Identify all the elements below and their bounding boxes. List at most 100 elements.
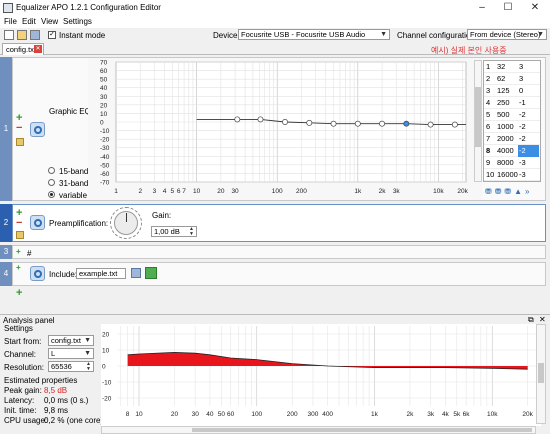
filter-number: 2: [0, 204, 12, 242]
gain-label: Gain:: [152, 211, 172, 220]
eq-y-tick-label: 70: [100, 60, 108, 67]
eq-band-point: [354, 120, 361, 127]
analysis-x-tick-label: 10: [135, 411, 143, 418]
device-select[interactable]: Focusrite USB - Focusrite USB Audio ▼: [238, 29, 390, 40]
menu-view[interactable]: View: [41, 17, 58, 26]
eq-band-row[interactable]: 5 500 -2: [484, 109, 540, 121]
band-index: 3: [486, 86, 491, 95]
start-from-select[interactable]: config.txt ▼: [48, 335, 94, 346]
channel-value: L: [51, 349, 56, 358]
close-tab-icon[interactable]: ✕: [34, 45, 42, 53]
minimize-button[interactable]: –: [470, 1, 494, 15]
eq-x-tick-label: 1: [114, 188, 118, 195]
power-toggle-icon[interactable]: [30, 266, 45, 281]
eq-x-tick-label: 2k: [379, 188, 387, 195]
eq-x-tick-label: 20k: [457, 188, 468, 195]
include-label: Include:: [49, 270, 78, 279]
peak-gain-value: 8,5 dB: [44, 386, 68, 395]
band-gain: -2: [519, 134, 526, 143]
analysis-y-tick-label: -20: [102, 396, 112, 403]
maximize-button[interactable]: ☐: [496, 1, 520, 15]
close-button[interactable]: ✕: [523, 1, 547, 15]
band-radio-15[interactable]: [48, 167, 55, 174]
gain-input[interactable]: 1,00 dB ▲ ▼: [151, 226, 197, 237]
menu-file[interactable]: File: [4, 17, 17, 26]
channel-select[interactable]: L ▼: [48, 348, 94, 359]
eq-y-tick-label: -20: [100, 137, 110, 144]
band-gain: -2: [518, 145, 539, 157]
analysis-panel-header: Analysis panel ⧉ ✕: [0, 314, 550, 325]
resolution-input[interactable]: 65536 ▲ ▼: [48, 361, 94, 372]
eq-y-tick-label: -10: [100, 128, 110, 135]
comment-text[interactable]: #: [27, 249, 31, 258]
edit-icon[interactable]: [16, 138, 24, 146]
new-file-icon[interactable]: [4, 30, 14, 40]
include-file-input[interactable]: example.txt: [76, 268, 126, 279]
chevron-down-icon: ▼: [537, 31, 544, 38]
eq-band-row[interactable]: 1 32 3: [484, 61, 540, 73]
add-filter-icon[interactable]: +: [16, 288, 22, 299]
eq-band-row[interactable]: 4 250 -1: [484, 97, 540, 109]
resolution-value: 65536: [51, 362, 72, 371]
analysis-x-tick-label: 60: [227, 411, 235, 418]
instant-mode-checkbox[interactable]: ✓: [48, 31, 56, 39]
menu-edit[interactable]: Edit: [22, 17, 36, 26]
eq-band-table[interactable]: 1 32 3 2 62 3 3 125 0 4 250 -1 5 500 -2 6 1000 -2 7 2000 -2 8…: [483, 60, 541, 182]
eq-y-tick-label: 30: [100, 94, 108, 101]
app-window: Equalizer APO 1.2.1 Configuration Editor…: [0, 0, 550, 434]
eq-y-tick-label: -50: [100, 162, 110, 169]
annotation-note: 예시) 실제 본인 사용중: [431, 46, 507, 55]
menu-settings[interactable]: Settings: [63, 17, 92, 26]
filter-row-comment: [12, 245, 546, 259]
eq-x-tick-label: 6: [177, 188, 181, 195]
eq-band-row[interactable]: 2 62 3: [484, 73, 540, 85]
eq-band-row[interactable]: 6 1000 -2: [484, 121, 540, 133]
open-folder-icon[interactable]: [17, 30, 27, 40]
power-toggle-icon[interactable]: [30, 215, 45, 230]
close-panel-icon[interactable]: ✕: [539, 315, 546, 324]
eq-band-row[interactable]: 7 2000 -2: [484, 133, 540, 145]
remove-filter-icon[interactable]: −: [16, 123, 22, 134]
eq-y-tick-label: 20: [100, 102, 108, 109]
preamp-gain-knob[interactable]: [110, 207, 142, 239]
filter-number: 4: [0, 262, 12, 286]
cpu-usage-value: 0,2 % (one core): [44, 416, 104, 425]
analysis-x-tick-label: 100: [251, 411, 262, 418]
eq-table-scrollbar[interactable]: [474, 60, 482, 182]
eq-table-tools[interactable]: ⛃⛃⛃▲»: [485, 187, 545, 197]
band-frequency: 32: [497, 62, 506, 71]
browse-file-icon[interactable]: [131, 268, 141, 278]
band-gain: 0: [519, 86, 524, 95]
eq-y-tick-label: 10: [100, 111, 108, 118]
spinner-icon: ▲ ▼: [189, 226, 194, 237]
band-gain: 3: [519, 74, 524, 83]
eq-x-tick-label: 2: [138, 188, 142, 195]
graphic-eq-chart[interactable]: 706050403020100-10-20-30-40-50-60-701 2 3 4…: [88, 58, 482, 200]
remove-filter-icon[interactable]: −: [16, 218, 22, 229]
eq-band-row[interactable]: 9 8000 -3: [484, 157, 540, 169]
edit-icon[interactable]: [16, 231, 24, 239]
init-time-label: Init. time:: [4, 406, 37, 415]
eq-x-tick-label: 10k: [433, 188, 444, 195]
eq-x-tick-label: 5: [171, 188, 175, 195]
eq-band-row[interactable]: 8 4000 -2: [484, 145, 540, 157]
analysis-x-tick-label: 8: [126, 411, 130, 418]
device-value: Focusrite USB - Focusrite USB Audio: [241, 30, 366, 39]
analysis-x-tick-label: 5k: [453, 411, 461, 418]
band-radio-31[interactable]: [48, 179, 55, 186]
add-filter-icon[interactable]: +: [16, 263, 21, 272]
analysis-horizontal-scrollbar[interactable]: [101, 426, 536, 434]
analysis-y-tick-label: -10: [102, 380, 112, 387]
frequency-response-chart[interactable]: 20100-10-208 10 20 30 40 50 60 100 200 300 400 1k 2k…: [101, 324, 541, 426]
resolution-label: Resolution:: [4, 363, 45, 372]
save-icon[interactable]: [30, 30, 40, 40]
add-filter-icon[interactable]: +: [16, 247, 21, 256]
band-radio-variable[interactable]: [48, 191, 55, 198]
analysis-vertical-scrollbar[interactable]: [536, 324, 546, 424]
window-title: Equalizer APO 1.2.1 Configuration Editor: [16, 3, 161, 12]
power-toggle-icon[interactable]: [30, 122, 45, 137]
eq-band-row[interactable]: 10 16000 -3: [484, 169, 540, 181]
open-include-icon[interactable]: [145, 267, 157, 279]
channel-configuration-select[interactable]: From device (Stereo) ▼: [467, 29, 547, 40]
eq-band-row[interactable]: 3 125 0: [484, 85, 540, 97]
